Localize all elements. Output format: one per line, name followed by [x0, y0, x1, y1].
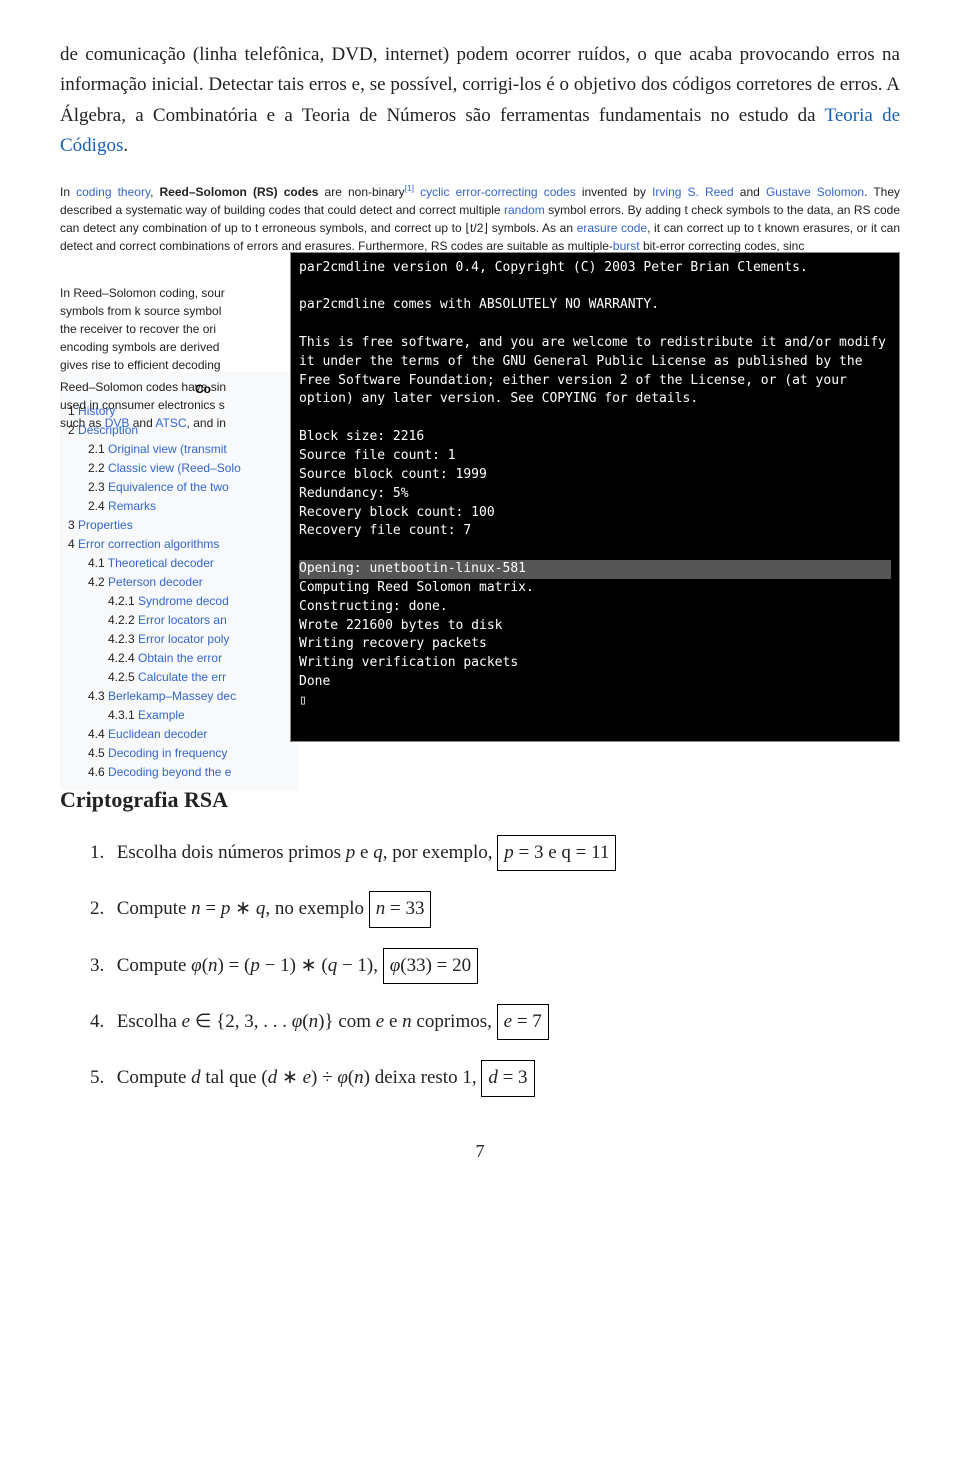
- toc-item[interactable]: 2.2 Classic view (Reed–Solo: [88, 459, 298, 477]
- rsa-box-2: n = 33: [369, 891, 432, 927]
- toc-item[interactable]: 4.2.3 Error locator poly: [108, 630, 298, 648]
- term-line: [299, 541, 891, 560]
- wiki-link-burst[interactable]: burst: [613, 239, 640, 253]
- wiki-link-ecc[interactable]: error-correcting codes: [456, 185, 576, 199]
- term-line: Writing recovery packets: [299, 635, 891, 654]
- wiki-paragraph-1: In coding theory, Reed–Solomon (RS) code…: [60, 182, 900, 255]
- term-line: Free Software Foundation; either version…: [299, 372, 891, 391]
- toc-item[interactable]: 4.2.1 Syndrome decod: [108, 592, 298, 610]
- term-line: Redundancy: 5%: [299, 485, 891, 504]
- term-line: Source block count: 1999: [299, 466, 891, 485]
- rsa-box-4: e = 7: [497, 1004, 549, 1040]
- term-line: [299, 277, 891, 296]
- term-line: par2cmdline comes with ABSOLUTELY NO WAR…: [299, 296, 891, 315]
- rsa-box-5: d = 3: [481, 1060, 534, 1096]
- wiki-link-random[interactable]: random: [504, 203, 545, 217]
- wiki-left-fragments: In Reed–Solomon coding, sour symbols fro…: [60, 284, 290, 432]
- toc-item[interactable]: 4.5 Decoding in frequency: [88, 744, 298, 762]
- term-line: Block size: 2216: [299, 428, 891, 447]
- toc-item[interactable]: 2.4 Remarks: [88, 497, 298, 515]
- term-line: Constructing: done.: [299, 598, 891, 617]
- term-line: [299, 315, 891, 334]
- intro-paragraph: de comunicação (linha telefônica, DVD, i…: [60, 40, 900, 162]
- term-line: par2cmdline version 0.4, Copyright (C) 2…: [299, 259, 891, 278]
- term-line: This is free software, and you are welco…: [299, 334, 891, 353]
- rsa-step-1: 1. Escolha dois números primos p e q, po…: [90, 835, 900, 871]
- wiki-link-reed[interactable]: Irving S. Reed: [652, 185, 734, 199]
- rsa-box-3: φ(33) = 20: [383, 948, 478, 984]
- term-line: option) any later version. See COPYING f…: [299, 390, 891, 409]
- term-line: Computing Reed Solomon matrix.: [299, 579, 891, 598]
- rsa-box-1: p = 3 e q = 11: [497, 835, 616, 871]
- rsa-steps: 1. Escolha dois números primos p e q, po…: [90, 835, 900, 1097]
- term-line: Writing verification packets: [299, 654, 891, 673]
- toc-item[interactable]: 4.2.2 Error locators an: [108, 611, 298, 629]
- toc-item[interactable]: 4.2.5 Calculate the err: [108, 668, 298, 686]
- toc-item[interactable]: 4.2.4 Obtain the error: [108, 649, 298, 667]
- wiki-screenshot: In coding theory, Reed–Solomon (RS) code…: [60, 182, 900, 742]
- wiki-toc: Co 1 History2 Description2.1 Original vi…: [60, 372, 298, 790]
- toc-item[interactable]: 2.3 Equivalence of the two: [88, 478, 298, 496]
- toc-item[interactable]: 3 Properties: [68, 516, 298, 534]
- intro-text-2: .: [123, 135, 128, 156]
- toc-item[interactable]: 2.1 Original view (transmit: [88, 440, 298, 458]
- wiki-ref-1[interactable]: [1]: [405, 183, 414, 193]
- page-number: 7: [60, 1137, 900, 1166]
- toc-item[interactable]: 4.3 Berlekamp–Massey dec: [88, 687, 298, 705]
- term-line: it under the terms of the GNU General Pu…: [299, 353, 891, 372]
- wiki-link-cyclic[interactable]: cyclic: [420, 185, 449, 199]
- intro-text-1: de comunicação (linha telefônica, DVD, i…: [60, 44, 900, 126]
- rsa-step-2: 2. Compute n = p ∗ q, no exemplo n = 33: [90, 891, 900, 927]
- term-line-highlight: Opening: unetbootin-linux-581: [299, 560, 891, 579]
- rsa-step-4: 4. Escolha e ∈ {2, 3, . . . φ(n)} com e …: [90, 1004, 900, 1040]
- toc-item[interactable]: 4.3.1 Example: [108, 706, 298, 724]
- term-line: Source file count: 1: [299, 447, 891, 466]
- toc-item[interactable]: 4.6 Decoding beyond the e: [88, 763, 298, 781]
- wiki-link-solomon[interactable]: Gustave Solomon: [766, 185, 864, 199]
- toc-item[interactable]: 4.2 Peterson decoder: [88, 573, 298, 591]
- wiki-link-coding-theory[interactable]: coding theory: [76, 185, 150, 199]
- term-line: [299, 409, 891, 428]
- toc-item[interactable]: 4 Error correction algorithms: [68, 535, 298, 553]
- term-line: Wrote 221600 bytes to disk: [299, 617, 891, 636]
- toc-item[interactable]: 4.4 Euclidean decoder: [88, 725, 298, 743]
- term-line: Done: [299, 673, 891, 692]
- term-line: Recovery file count: 7: [299, 522, 891, 541]
- terminal-window: par2cmdline version 0.4, Copyright (C) 2…: [290, 252, 900, 742]
- term-line: Recovery block count: 100: [299, 504, 891, 523]
- wiki-link-erasure[interactable]: erasure code: [577, 221, 647, 235]
- rsa-step-5: 5. Compute d tal que (d ∗ e) ÷ φ(n) deix…: [90, 1060, 900, 1096]
- toc-item[interactable]: 4.1 Theoretical decoder: [88, 554, 298, 572]
- term-cursor: ▯: [299, 692, 891, 711]
- rsa-step-3: 3. Compute φ(n) = (p − 1) ∗ (q − 1), φ(3…: [90, 948, 900, 984]
